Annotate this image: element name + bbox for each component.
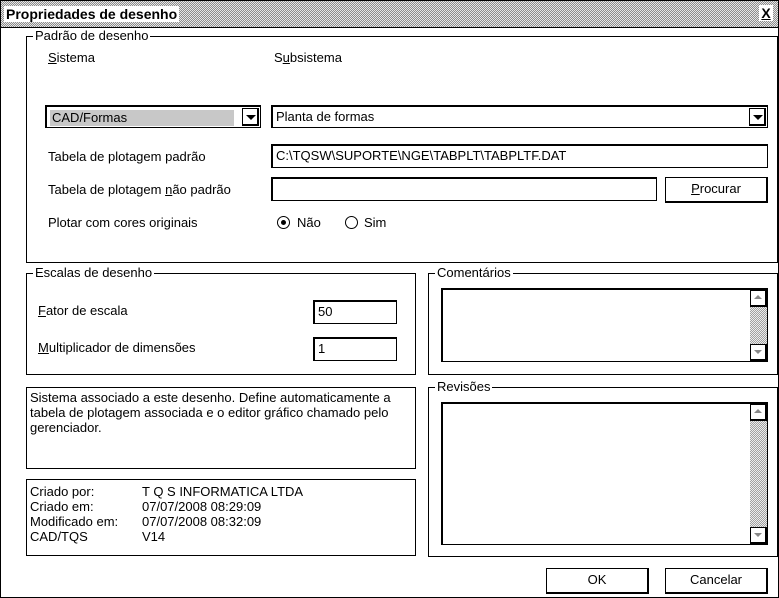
revisoes-legend: Revisões: [435, 379, 493, 395]
tabela-nao-padrao-field[interactable]: [271, 177, 657, 201]
radio-sim-label[interactable]: Sim: [364, 215, 386, 231]
info-row: Criado por: T Q S INFORMATICA LTDA: [30, 484, 412, 499]
escalas-desenho-legend: Escalas de desenho: [33, 265, 155, 281]
subsistema-combo[interactable]: Planta de formas: [271, 105, 768, 128]
cancel-button[interactable]: Cancelar: [665, 568, 768, 594]
info-key: Modificado em:: [30, 514, 119, 529]
sistema-label: Sistema: [48, 50, 95, 65]
scroll-up-icon[interactable]: [750, 290, 767, 307]
close-button[interactable]: X: [759, 5, 773, 21]
scroll-down-icon[interactable]: [750, 527, 767, 544]
sistema-dropdown-icon[interactable]: [242, 108, 259, 126]
description-panel: Sistema associado a este desenho. Define…: [26, 387, 416, 469]
tabela-padrao-field[interactable]: C:\TQSW\SUPORTE\NGE\TABPLT\TABPLTF.DAT: [271, 144, 768, 168]
multiplicador-label: Multiplicador de dimensões: [38, 340, 196, 355]
radio-nao[interactable]: [277, 216, 290, 229]
radio-nao-label[interactable]: Não: [297, 215, 321, 231]
info-key: Criado em:: [30, 499, 94, 514]
description-text: Sistema associado a este desenho. Define…: [30, 390, 391, 435]
radio-sim[interactable]: [345, 216, 358, 229]
comentarios-legend: Comentários: [435, 265, 513, 281]
comentarios-textarea[interactable]: [441, 288, 768, 362]
multiplicador-field[interactable]: 1: [313, 337, 397, 361]
info-value: 07/07/2008 08:29:09: [142, 499, 262, 514]
info-key: Criado por:: [30, 484, 95, 499]
info-row: Modificado em: 07/07/2008 08:32:09: [30, 514, 412, 529]
revisoes-scrollbar[interactable]: [750, 404, 767, 544]
procurar-button[interactable]: Procurar: [665, 177, 768, 203]
scroll-down-icon[interactable]: [750, 344, 767, 361]
sistema-value: CAD/Formas: [50, 110, 234, 126]
dialog-window: Propriedades de desenho X Padrão de dese…: [0, 0, 779, 598]
tabela-padrao-label: Tabela de plotagem padrão: [48, 149, 206, 164]
ok-button[interactable]: OK: [546, 568, 649, 594]
info-value: T Q S INFORMATICA LTDA: [142, 484, 304, 499]
subsistema-dropdown-icon[interactable]: [749, 108, 766, 126]
subsistema-label: Subsistema: [274, 50, 342, 65]
info-row: CAD/TQS V14: [30, 529, 412, 544]
info-row: Criado em: 07/07/2008 08:29:09: [30, 499, 412, 514]
cores-originais-label: Plotar com cores originais: [48, 215, 198, 230]
dialog-title: Propriedades de desenho: [4, 6, 180, 22]
padrao-desenho-legend: Padrão de desenho: [33, 28, 151, 44]
scroll-up-icon[interactable]: [750, 404, 767, 421]
info-value: 07/07/2008 08:32:09: [142, 514, 262, 529]
revisoes-textarea[interactable]: [441, 402, 768, 545]
fator-escala-label: Fator de escala: [38, 303, 128, 318]
sistema-combo[interactable]: CAD/Formas: [45, 105, 261, 128]
tabela-nao-padrao-label: Tabela de plotagem não padrão: [48, 182, 231, 197]
fator-escala-field[interactable]: 50: [313, 300, 397, 324]
info-value: V14: [142, 529, 166, 544]
title-bar[interactable]: Propriedades de desenho X: [1, 1, 778, 28]
info-key: CAD/TQS: [30, 529, 88, 544]
subsistema-value: Planta de formas: [276, 109, 375, 124]
info-panel: Criado por: T Q S INFORMATICA LTDA Criado…: [26, 479, 416, 556]
comentarios-scrollbar[interactable]: [750, 290, 767, 361]
